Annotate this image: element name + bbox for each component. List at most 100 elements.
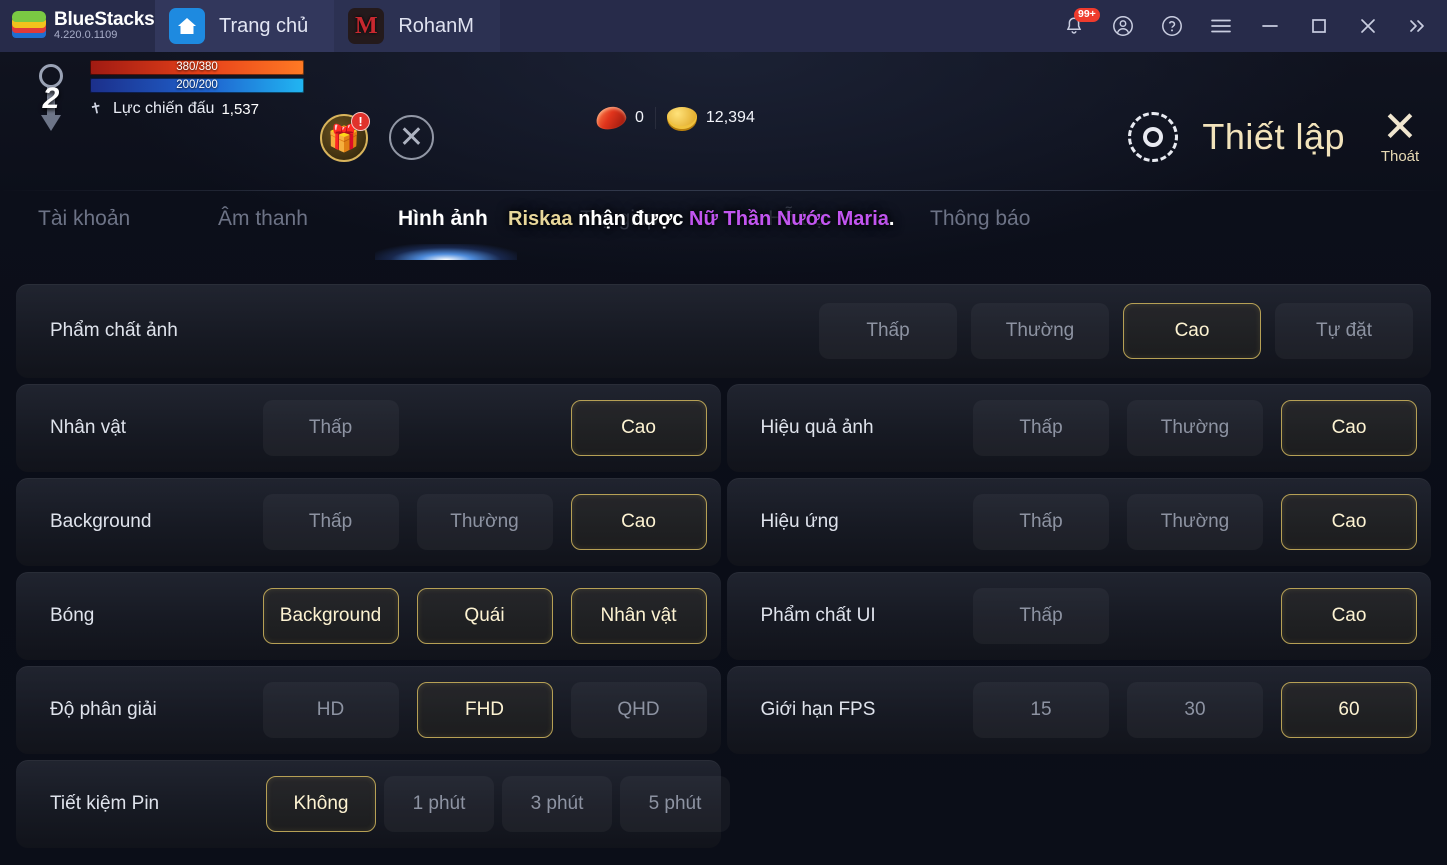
settings-bottom-grid: Tiết kiệm Pin Không 1 phút 3 phút 5 phút	[16, 760, 1431, 854]
player-status-bars: 380/380 200/200	[90, 60, 310, 96]
option-image-effect-high[interactable]: Cao	[1281, 400, 1417, 456]
tab-hinh-anh[interactable]: Hình ảnh	[398, 207, 488, 231]
close-icon[interactable]	[1343, 0, 1392, 52]
battery-column-spacer	[727, 760, 1432, 854]
option-fps-15[interactable]: 15	[973, 682, 1109, 738]
setting-row-fps-limit: Giới hạn FPS 15 30 60	[726, 666, 1431, 754]
option-group-resolution: HD FHD QHD	[262, 666, 707, 754]
option-character-high[interactable]: Cao	[570, 400, 707, 456]
tab-tai-khoan[interactable]: Tài khoản	[38, 207, 130, 231]
currency-bar: 0 12,394	[593, 103, 755, 133]
option-battery-none[interactable]: Không	[266, 776, 376, 832]
minimize-icon[interactable]	[1245, 0, 1294, 52]
ruby-icon	[593, 103, 629, 133]
chevron-double-right-icon[interactable]	[1392, 0, 1441, 52]
game-viewport: 2 380/380 200/200 ✝ Lực chiến đấu 1,537 …	[0, 52, 1447, 865]
settings-two-column-grid: Nhân vật Thấp Cao Background Thấp Thường…	[16, 384, 1431, 760]
option-image-effect-normal[interactable]: Thường	[1127, 400, 1263, 456]
maximize-icon[interactable]	[1294, 0, 1343, 52]
bluestacks-tab-home[interactable]: Trang chủ	[155, 0, 335, 52]
option-effects-low[interactable]: Thấp	[973, 494, 1109, 550]
gift-button[interactable]: 🎁 !	[320, 112, 370, 162]
rohanm-game-icon	[348, 8, 385, 44]
option-fps-60[interactable]: 60	[1281, 682, 1417, 738]
broadcast-ticker: Riskaa nhận được Nữ Thần Nước Maria.	[508, 208, 894, 231]
header-divider	[0, 190, 1447, 191]
gear-inner-icon	[1143, 127, 1164, 148]
option-image-effect-low[interactable]: Thấp	[973, 400, 1109, 456]
level-tip-icon	[41, 115, 61, 131]
option-shadow-monster[interactable]: Quái	[416, 588, 553, 644]
option-fps-30[interactable]: 30	[1127, 682, 1263, 738]
bluestacks-name: BlueStacks	[54, 9, 155, 31]
setting-row-effects: Hiệu ứng Thấp Thường Cao	[726, 478, 1431, 566]
gold-currency[interactable]: 12,394	[666, 107, 755, 129]
option-background-normal[interactable]: Thường	[416, 494, 553, 550]
ruby-value: 0	[635, 109, 644, 126]
currency-divider	[654, 107, 656, 129]
tab-thong-bao[interactable]: Thông báo	[930, 207, 1030, 231]
bluestacks-tab-rohanm[interactable]: RohanM	[334, 0, 500, 52]
setting-row-image-effect: Hiệu quả ảnh Thấp Thường Cao	[726, 384, 1431, 472]
ticker-player: Riskaa	[508, 208, 573, 230]
option-group-fps-limit: 15 30 60	[973, 666, 1417, 754]
ruby-currency[interactable]: 0	[593, 103, 644, 133]
player-level-value: 2	[42, 82, 60, 115]
option-effects-high[interactable]: Cao	[1281, 494, 1417, 550]
hp-value: 380/380	[176, 61, 218, 73]
bluestacks-title-bar: BlueStacks 4.220.0.1109 Trang chủ RohanM…	[0, 0, 1447, 52]
ticker-middle: nhận được	[578, 208, 684, 230]
option-image-quality-low[interactable]: Thấp	[819, 303, 957, 359]
option-resolution-qhd[interactable]: QHD	[570, 682, 707, 738]
option-background-low[interactable]: Thấp	[262, 494, 399, 550]
option-ui-quality-low[interactable]: Thấp	[973, 588, 1109, 644]
exit-label: Thoát	[1380, 147, 1420, 165]
option-group-background: Thấp Thường Cao	[262, 478, 707, 566]
option-battery-3min[interactable]: 3 phút	[502, 776, 612, 832]
combat-power-label: Lực chiến đấu	[113, 100, 215, 117]
option-group-image-effect: Thấp Thường Cao	[973, 384, 1417, 472]
setting-row-character: Nhân vật Thấp Cao	[16, 384, 721, 472]
mp-bar: 200/200	[90, 78, 304, 93]
bell-icon[interactable]: 99+	[1049, 0, 1100, 52]
option-group-character: Thấp Cao	[262, 384, 707, 472]
user-circle-icon[interactable]	[1098, 0, 1147, 52]
option-ui-quality-empty	[1127, 588, 1263, 644]
question-circle-icon[interactable]	[1147, 0, 1196, 52]
setting-row-background: Background Thấp Thường Cao	[16, 478, 721, 566]
window-controls: 99+	[1049, 0, 1447, 52]
option-battery-1min[interactable]: 1 phút	[384, 776, 494, 832]
option-battery-5min[interactable]: 5 phút	[620, 776, 730, 832]
target-lock-button[interactable]: ✕	[389, 115, 434, 160]
option-background-high[interactable]: Cao	[570, 494, 707, 550]
gold-value: 12,394	[705, 109, 755, 126]
exit-button[interactable]: ✕ Thoát	[1369, 103, 1431, 165]
mp-value: 200/200	[176, 79, 218, 91]
bluestacks-tab-rohanm-label: RohanM	[398, 14, 474, 37]
setting-row-image-quality: Phẩm chất ảnh Thấp Thường Cao Tự đặt	[16, 284, 1431, 378]
option-resolution-fhd[interactable]: FHD	[416, 682, 553, 738]
option-ui-quality-high[interactable]: Cao	[1281, 588, 1417, 644]
option-character-low[interactable]: Thấp	[262, 400, 399, 456]
option-group-image-quality: Thấp Thường Cao Tự đặt	[819, 284, 1413, 378]
bluestacks-version: 4.220.0.1109	[54, 29, 118, 42]
notification-badge: 99+	[1074, 8, 1100, 22]
hamburger-menu-icon[interactable]	[1196, 0, 1245, 52]
option-shadow-character[interactable]: Nhân vật	[570, 588, 707, 644]
option-group-ui-quality: Thấp Cao	[973, 572, 1417, 660]
option-image-quality-normal[interactable]: Thường	[971, 303, 1109, 359]
combat-power: ✝ Lực chiến đấu 1,537	[88, 99, 259, 118]
option-image-quality-high[interactable]: Cao	[1123, 303, 1261, 359]
option-image-quality-custom[interactable]: Tự đặt	[1275, 303, 1413, 359]
close-x-icon: ✕	[1382, 103, 1418, 150]
gear-icon	[1128, 112, 1179, 163]
tab-am-thanh[interactable]: Âm thanh	[218, 207, 308, 231]
gift-alert-badge: !	[351, 112, 370, 131]
setting-row-ui-quality: Phẩm chất UI Thấp Cao	[726, 572, 1431, 660]
option-group-battery-saver: Không 1 phút 3 phút 5 phút	[266, 760, 730, 848]
option-effects-normal[interactable]: Thường	[1127, 494, 1263, 550]
player-level-badge: 2	[28, 62, 74, 138]
title-bar-spacer	[500, 0, 1049, 52]
option-shadow-background[interactable]: Background	[262, 588, 399, 644]
option-resolution-hd[interactable]: HD	[262, 682, 399, 738]
